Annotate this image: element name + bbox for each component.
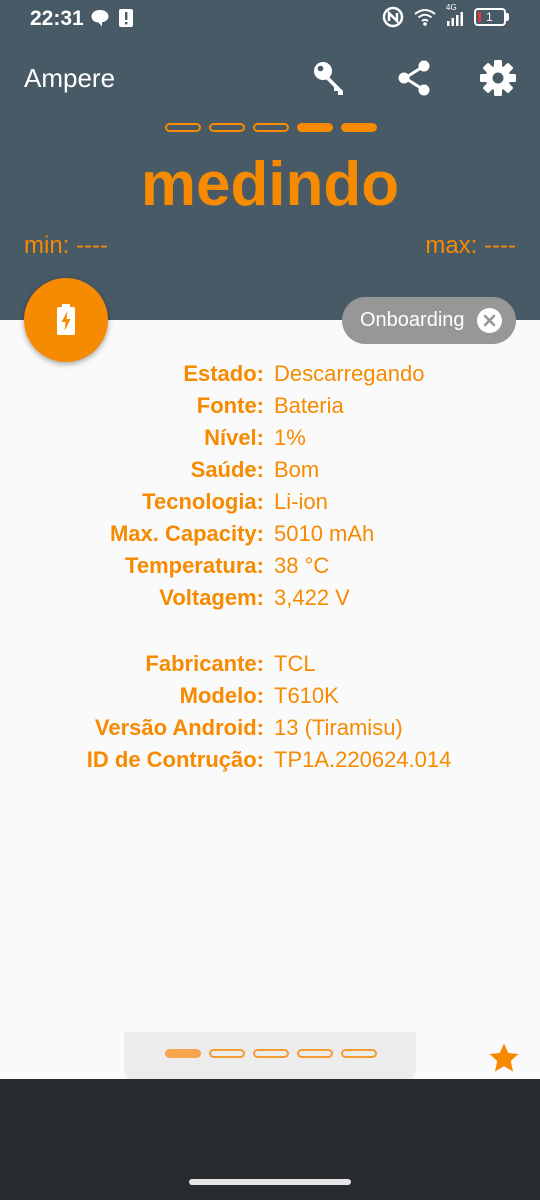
chip-close-button[interactable] [477, 308, 502, 333]
app-title: Ampere [24, 63, 116, 93]
info-value: Bom [274, 457, 320, 482]
info-value: 5010 mAh [274, 521, 375, 546]
info-label: Estado: [183, 361, 264, 386]
wifi-icon [414, 9, 436, 26]
battery-status-icon: 1 [474, 7, 510, 27]
cell-signal-icon: 4G [446, 3, 464, 27]
top-page-dot[interactable] [209, 123, 245, 132]
top-page-indicator [165, 123, 377, 132]
system-nav-bar [0, 1079, 540, 1200]
rate-button[interactable] [488, 1042, 520, 1079]
min-current: min: ---- [24, 232, 108, 259]
key-button[interactable] [310, 58, 350, 98]
info-value: Bateria [274, 393, 344, 418]
info-row: Tecnologia: Li-ion [0, 489, 540, 521]
top-page-dot[interactable] [297, 123, 333, 132]
info-row: Voltagem: 3,422 V [0, 585, 540, 617]
onboarding-chip-label: Onboarding [360, 309, 465, 331]
top-page-dot[interactable] [341, 123, 377, 132]
info-value: TP1A.220624.014 [274, 747, 452, 772]
info-row: Max. Capacity: 5010 mAh [0, 521, 540, 553]
info-value: Descarregando [274, 361, 425, 386]
info-label: Fabricante: [145, 651, 264, 676]
close-icon [483, 314, 496, 327]
info-label: Max. Capacity: [109, 521, 264, 546]
info-row: ID de Contrução: TP1A.220624.014 [0, 747, 540, 779]
status-time: 22:31 [30, 7, 84, 30]
measuring-status: medindo [140, 150, 400, 219]
share-button[interactable] [394, 58, 434, 98]
info-label: Fonte: [196, 393, 264, 418]
info-label: Nível: [204, 425, 264, 450]
onboarding-chip[interactable]: Onboarding [342, 297, 516, 344]
bottom-page-dot[interactable] [341, 1049, 377, 1058]
bottom-page-dot[interactable] [297, 1049, 333, 1058]
home-gesture-handle[interactable] [189, 1179, 351, 1185]
info-row: Temperatura: 38 °C [0, 553, 540, 585]
info-row: Estado: Descarregando [0, 361, 540, 393]
info-value: 13 (Tiramisu) [274, 715, 403, 740]
info-row: Modelo: T610K [0, 683, 540, 715]
info-label: Saúde: [190, 457, 264, 482]
max-current: max: ---- [425, 232, 516, 259]
nfc-icon [382, 6, 404, 28]
status-notifications [90, 8, 134, 28]
bottom-page-indicator [165, 1049, 377, 1058]
info-label: Voltagem: [159, 585, 264, 610]
bottom-page-dot[interactable] [165, 1049, 201, 1058]
key-icon [314, 62, 343, 95]
info-value: 1% [274, 425, 306, 450]
info-row: Nível: 1% [0, 425, 540, 457]
info-label: Modelo: [179, 683, 264, 708]
gear-icon [480, 60, 516, 96]
bottom-page-dot[interactable] [253, 1049, 289, 1058]
status-system-icons: 4G 1 [382, 3, 510, 28]
info-value: TCL [274, 651, 316, 676]
info-value: 3,422 V [274, 585, 350, 610]
info-row: Saúde: Bom [0, 457, 540, 489]
info-row: Fonte: Bateria [0, 393, 540, 425]
top-page-dot[interactable] [165, 123, 201, 132]
share-icon [398, 60, 430, 96]
info-label: Tecnologia: [142, 489, 264, 514]
settings-button[interactable] [478, 58, 518, 98]
status-bar: 22:31 4G 1 [0, 0, 540, 36]
bottom-page-dot[interactable] [209, 1049, 245, 1058]
info-value: 38 °C [274, 553, 330, 578]
alert-icon [119, 9, 133, 27]
info-row: Versão Android: 13 (Tiramisu) [0, 715, 540, 747]
info-label: ID de Contrução: [86, 747, 264, 772]
info-value: T610K [274, 683, 339, 708]
battery-status-level: 1 [486, 10, 493, 24]
info-row: Fabricante: TCL [0, 651, 540, 683]
info-value: Li-ion [274, 489, 328, 514]
chat-icon [91, 10, 109, 27]
top-page-dot[interactable] [253, 123, 289, 132]
info-label: Temperatura: [125, 553, 264, 578]
battery-charging-icon [57, 304, 75, 335]
star-icon [489, 1043, 519, 1072]
info-label: Versão Android: [94, 715, 264, 740]
battery-fab[interactable] [24, 278, 108, 362]
app-header: Ampere medindo min: ---- max: ---- [0, 36, 540, 320]
